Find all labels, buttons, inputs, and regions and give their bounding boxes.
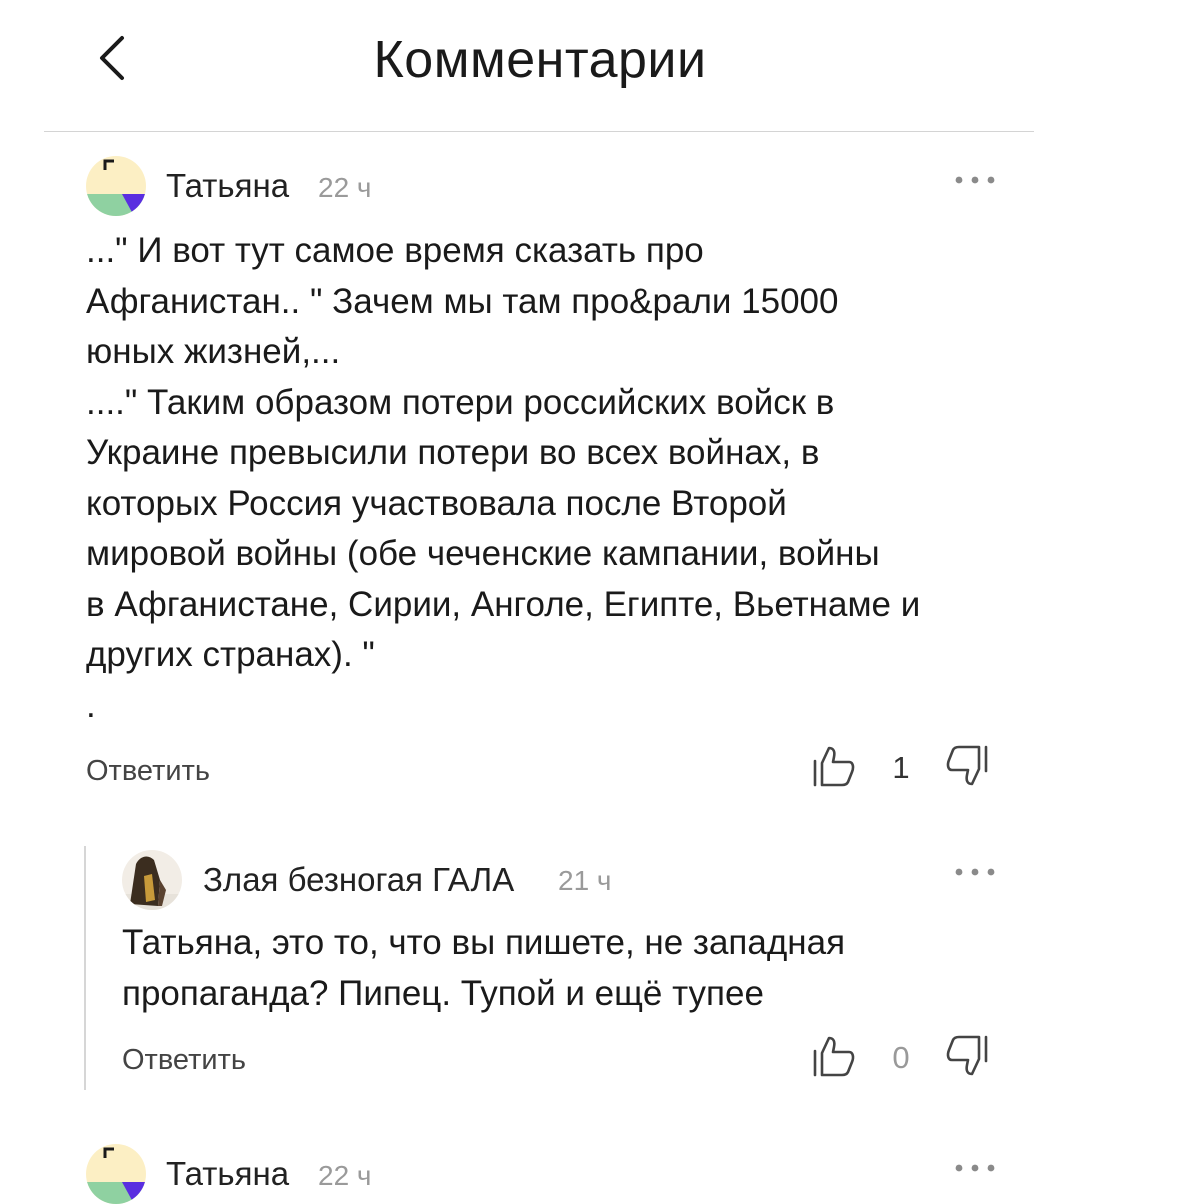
dislike-button[interactable] [946, 1034, 990, 1078]
comment-author[interactable]: Татьяна [166, 1154, 289, 1194]
more-dots-icon [955, 1164, 995, 1172]
reply-button[interactable]: Ответить [122, 1040, 246, 1080]
header: Комментарии [0, 0, 1200, 132]
like-button[interactable] [811, 1034, 855, 1078]
avatar-pattern-icon [86, 156, 146, 216]
comment-author[interactable]: Злая безногая ГАЛА [203, 860, 514, 900]
more-button[interactable] [954, 172, 996, 188]
comment-text: Татьяна, это то, что вы пишете, не запад… [122, 923, 846, 1013]
reply-button[interactable]: Ответить [86, 751, 210, 791]
thumbs-up-icon [813, 1036, 855, 1077]
comment-text: ..." И вот тут самое время сказать про А… [86, 231, 921, 725]
avatar[interactable] [86, 156, 146, 216]
thumbs-up-icon [813, 746, 855, 787]
like-count: 1 [892, 750, 910, 785]
avatar-photo-icon [122, 850, 182, 910]
comment-time: 22 ч [318, 172, 372, 203]
comment-time: 22 ч [318, 1160, 372, 1191]
thread-line [84, 846, 86, 1090]
thumbs-down-icon [946, 745, 988, 786]
more-button[interactable] [954, 864, 996, 880]
avatar[interactable] [86, 1144, 146, 1204]
more-button[interactable] [954, 1160, 996, 1176]
avatar[interactable] [122, 850, 182, 910]
thumbs-down-icon [946, 1035, 988, 1076]
dislike-button[interactable] [946, 744, 990, 788]
like-button[interactable] [811, 744, 855, 788]
avatar-pattern-icon [86, 1144, 146, 1204]
comment-author[interactable]: Татьяна [166, 166, 289, 206]
header-divider [44, 131, 1034, 132]
more-dots-icon [955, 176, 995, 184]
more-dots-icon [955, 868, 995, 876]
page-title: Комментарии [373, 31, 707, 89]
comment-time: 21 ч [558, 865, 612, 896]
like-count: 0 [892, 1040, 910, 1075]
